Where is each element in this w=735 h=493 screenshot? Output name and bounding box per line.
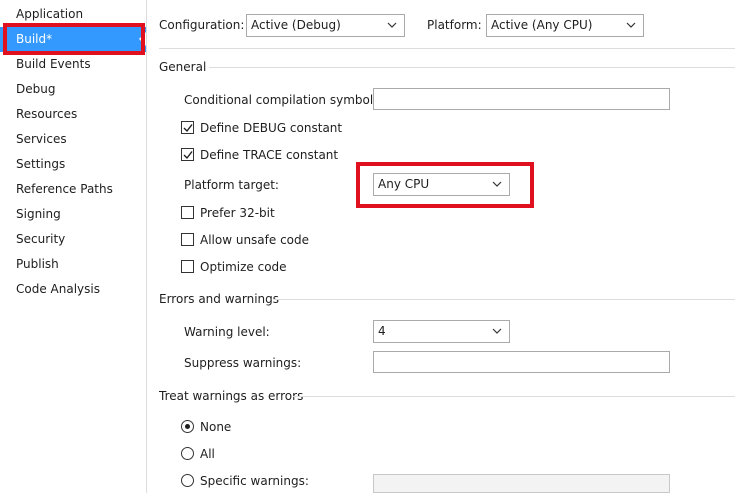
sidebar-item-application[interactable]: Application <box>0 2 146 27</box>
chevron-down-icon <box>492 181 502 187</box>
checkmark-icon <box>183 124 193 133</box>
radio-all[interactable] <box>181 447 194 460</box>
define-trace-label: Define TRACE constant <box>200 148 339 162</box>
conditional-symbols-label: Conditional compilation symbols: <box>184 93 384 107</box>
allow-unsafe-checkbox[interactable] <box>181 233 194 246</box>
warning-level-dropdown[interactable]: 4 <box>373 320 510 343</box>
sidebar-item-build-events[interactable]: Build Events <box>0 52 146 77</box>
define-debug-label: Define DEBUG constant <box>200 121 343 135</box>
define-trace-checkbox[interactable] <box>181 148 194 161</box>
sidebar-item-code-analysis[interactable]: Code Analysis <box>0 277 146 302</box>
sidebar-item-services[interactable]: Services <box>0 127 146 152</box>
radio-all-label: All <box>200 447 215 461</box>
platform-target-value: Any CPU <box>378 177 430 191</box>
chevron-down-icon <box>626 22 636 28</box>
platform-dropdown[interactable]: Active (Any CPU) <box>486 14 644 37</box>
chevron-down-icon <box>492 328 502 334</box>
chevron-down-icon <box>387 22 397 28</box>
sidebar-item-label: Security <box>16 232 66 246</box>
sidebar-item-label: Build Events <box>16 57 91 71</box>
platform-value: Active (Any CPU) <box>491 18 593 32</box>
sidebar-item-security[interactable]: Security <box>0 227 146 252</box>
section-divider <box>273 299 735 300</box>
platform-target-dropdown[interactable]: Any CPU <box>373 173 510 196</box>
sidebar-item-label: Application <box>16 7 84 21</box>
platform-label: Platform: <box>427 18 482 32</box>
prefer-32bit-label: Prefer 32-bit <box>200 206 275 220</box>
prefer-32bit-checkbox[interactable] <box>181 206 194 219</box>
optimize-label: Optimize code <box>200 260 287 274</box>
configuration-value: Active (Debug) <box>251 18 341 32</box>
sidebar-item-label: Code Analysis <box>16 282 100 296</box>
sidebar-item-signing[interactable]: Signing <box>0 202 146 227</box>
section-title-errors-warnings: Errors and warnings <box>159 292 280 306</box>
section-title-treat-warnings: Treat warnings as errors <box>159 389 304 403</box>
sidebar-item-label: Reference Paths <box>16 182 113 196</box>
sidebar-item-resources[interactable]: Resources <box>0 102 146 127</box>
sidebar-item-label: Publish <box>16 257 59 271</box>
radio-specific-warnings[interactable] <box>181 474 194 487</box>
allow-unsafe-label: Allow unsafe code <box>200 233 310 247</box>
conditional-symbols-input[interactable] <box>373 88 670 110</box>
radio-specific-warnings-label: Specific warnings: <box>200 474 309 488</box>
header-divider <box>159 48 735 49</box>
sidebar-item-reference-paths[interactable]: Reference Paths <box>0 177 146 202</box>
sidebar-item-label: Resources <box>16 107 78 121</box>
section-title-general: General <box>159 60 207 74</box>
section-divider <box>293 396 735 397</box>
sidebar-item-label: Build* <box>16 32 53 46</box>
radio-none[interactable] <box>181 420 194 433</box>
suppress-warnings-input[interactable] <box>373 351 670 373</box>
sidebar-item-label: Signing <box>16 207 61 221</box>
sidebar-item-label: Debug <box>16 82 56 96</box>
sidebar-item-publish[interactable]: Publish <box>0 252 146 277</box>
sidebar-item-build[interactable]: Build* <box>0 27 146 52</box>
section-divider <box>209 67 735 68</box>
specific-warnings-input[interactable] <box>373 474 670 493</box>
configuration-dropdown[interactable]: Active (Debug) <box>246 14 405 37</box>
radio-none-label: None <box>200 420 232 434</box>
sidebar-item-settings[interactable]: Settings <box>0 152 146 177</box>
sidebar-item-label: Settings <box>16 157 66 171</box>
warning-level-value: 4 <box>378 324 386 338</box>
define-debug-checkbox[interactable] <box>181 121 194 134</box>
warning-level-label: Warning level: <box>184 325 270 339</box>
optimize-checkbox[interactable] <box>181 260 194 273</box>
platform-target-label: Platform target: <box>184 178 279 192</box>
sidebar-item-label: Services <box>16 132 67 146</box>
suppress-warnings-label: Suppress warnings: <box>184 356 302 370</box>
configuration-label: Configuration: <box>159 18 245 32</box>
sidebar-item-debug[interactable]: Debug <box>0 77 146 102</box>
checkmark-icon <box>183 151 193 160</box>
sidebar: Application Build* Build Events Debug Re… <box>0 0 147 493</box>
radio-selected-dot <box>185 424 190 429</box>
